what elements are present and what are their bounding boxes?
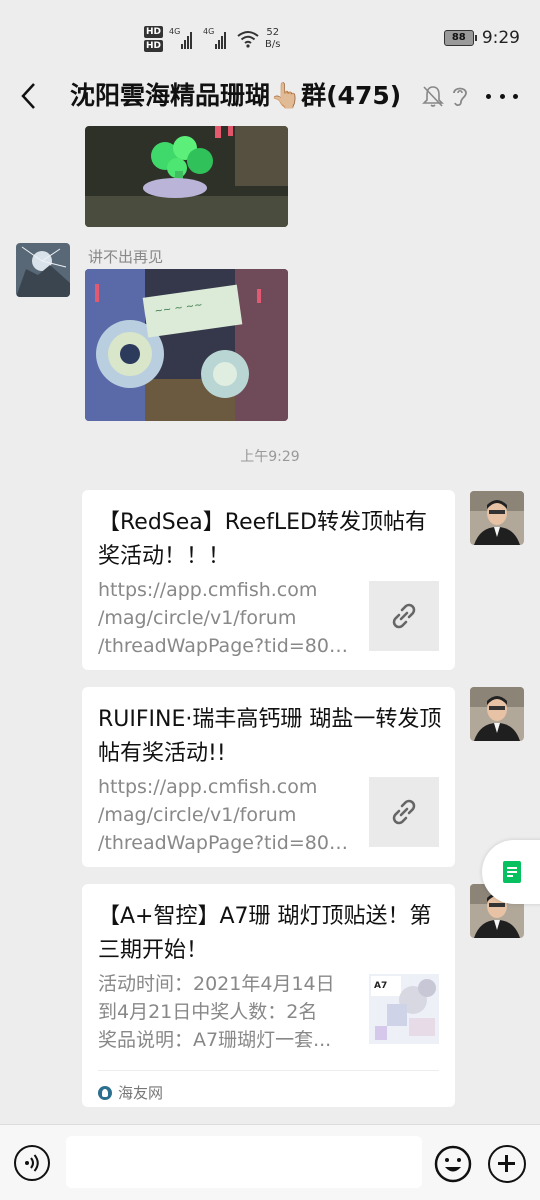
link-thumbnail: [369, 581, 439, 651]
hd-badge: HD: [144, 40, 164, 52]
hd-badge: HD: [144, 26, 164, 38]
image-message[interactable]: ~~ ~ ~~: [85, 269, 288, 421]
chat-title: 沈阳雲海精品珊瑚👆🏼群(475): [70, 81, 402, 110]
link-icon: [392, 603, 416, 629]
product-image: A7: [369, 974, 439, 1044]
signal-icon: 4G: [169, 27, 197, 49]
avatar[interactable]: [16, 243, 70, 297]
card-description: https://app.cmfish.com /mag/circle/v1/fo…: [98, 576, 358, 660]
signal-icon: 4G: [203, 27, 231, 49]
voice-input-button[interactable]: [14, 1145, 50, 1181]
article-card[interactable]: 【A+智控】A7珊 瑚灯顶贴送！第三期开始！ 活动时间：2021年4月14日 到…: [82, 884, 455, 1107]
article-thumbnail: A7: [369, 974, 439, 1044]
card-source: 海友网: [98, 1082, 163, 1103]
card-description: https://app.cmfish.com /mag/circle/v1/fo…: [98, 773, 358, 857]
input-bar: [0, 1124, 540, 1200]
status-indicators: HD HD 4G 4G 52 B/s: [144, 22, 280, 56]
coral-photo: ~~ ~ ~~: [85, 269, 288, 421]
avatar-image: [470, 687, 524, 741]
image-message[interactable]: [85, 126, 288, 227]
more-options-icon[interactable]: [486, 88, 518, 104]
hd-indicators: HD HD: [144, 26, 164, 52]
coral-photo: [85, 126, 288, 227]
chat-header: 沈阳雲海精品珊瑚👆🏼群(475): [0, 66, 540, 128]
card-desc-line: https://app.cmfish.com: [98, 579, 318, 601]
speed-unit: B/s: [265, 39, 281, 50]
signal-label: 4G: [203, 27, 215, 36]
card-desc-line: https://app.cmfish.com: [98, 776, 318, 798]
status-right: 88 9:29: [443, 28, 520, 48]
card-desc-line: 活动时间：2021年4月14日: [98, 973, 335, 995]
card-divider: [98, 1070, 439, 1071]
signal-label: 4G: [169, 27, 181, 36]
battery-icon: 88: [443, 30, 477, 46]
card-title: RUIFINE·瑞丰高钙珊 瑚盐一转发顶帖有奖活动!!: [98, 707, 442, 766]
message-input[interactable]: [66, 1136, 422, 1188]
time-separator: 上午9:29: [240, 449, 300, 465]
emoji-icon[interactable]: [434, 1145, 472, 1183]
card-description: 活动时间：2021年4月14日 到4月21日中奖人数：2名 奖品说明：A7珊瑚灯…: [98, 970, 358, 1054]
card-desc-line: 到4月21日中奖人数：2名: [98, 1001, 318, 1023]
wifi-icon: [237, 31, 259, 48]
card-title: 【A+智控】A7珊 瑚灯顶贴送！第三期开始！: [98, 904, 432, 963]
card-desc-line: /mag/circle/v1/forum: [98, 804, 297, 826]
card-desc-line: /threadWapPage?tid=803...: [98, 832, 358, 854]
note-icon: [503, 861, 521, 883]
status-bar: HD HD 4G 4G 52 B/s 88 9:29: [0, 0, 540, 66]
source-logo-icon: [98, 1085, 112, 1100]
avatar-image: [16, 243, 70, 297]
back-icon[interactable]: [14, 80, 42, 112]
card-desc-line: /mag/circle/v1/forum: [98, 607, 297, 629]
earpiece-icon: [453, 87, 467, 107]
svg-text:A7: A7: [374, 981, 387, 991]
sender-name: 讲不出再见: [88, 248, 164, 266]
avatar-image: [470, 491, 524, 545]
card-title: 【RedSea】ReefLED转发顶帖有奖活动！！！: [98, 510, 427, 569]
link-card[interactable]: RUIFINE·瑞丰高钙珊 瑚盐一转发顶帖有奖活动!! https://app.…: [82, 687, 455, 867]
link-thumbnail: [369, 777, 439, 847]
avatar[interactable]: [470, 687, 524, 741]
status-time: 9:29: [481, 28, 520, 48]
more-functions-button[interactable]: [488, 1145, 526, 1183]
card-desc-line: 奖品说明：A7珊瑚灯一套...: [98, 1029, 332, 1051]
source-name: 海友网: [118, 1084, 164, 1102]
mute-bell-icon: [422, 86, 444, 107]
network-speed: 52 B/s: [265, 27, 280, 51]
link-icon: [392, 799, 416, 825]
link-card[interactable]: 【RedSea】ReefLED转发顶帖有奖活动！！！ https://app.c…: [82, 490, 455, 670]
avatar[interactable]: [470, 491, 524, 545]
voice-icon: [25, 1154, 39, 1172]
speed-value: 52: [266, 27, 280, 38]
card-desc-line: /threadWapPage?tid=800...: [98, 635, 358, 657]
floating-note-button[interactable]: [482, 840, 540, 904]
